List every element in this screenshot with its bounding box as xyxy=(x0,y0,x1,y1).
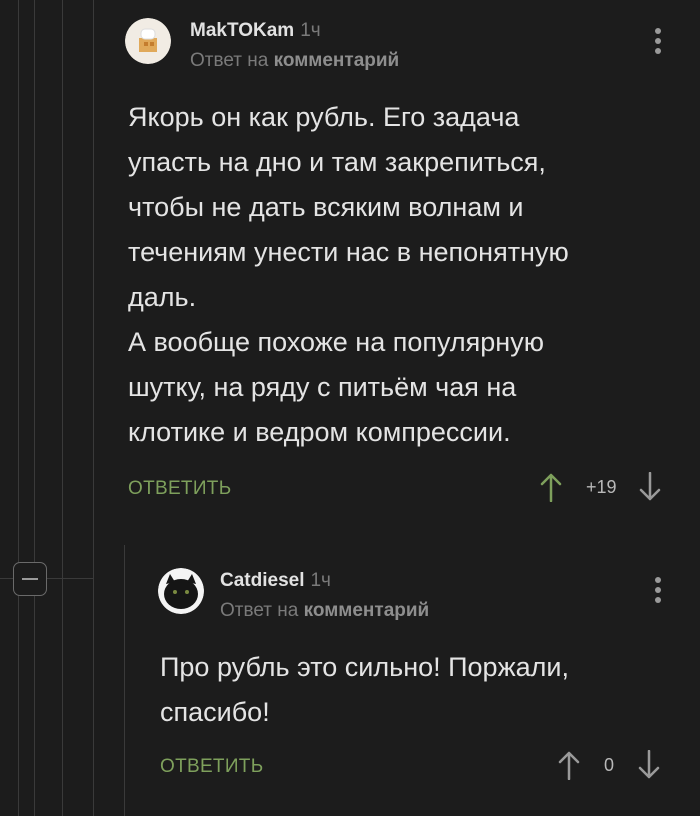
collapse-minus-icon xyxy=(22,578,38,580)
comment-author[interactable]: Catdiesel 1ч xyxy=(220,570,331,592)
comment-author[interactable]: MakTOKam 1ч xyxy=(190,20,321,42)
comment-time: 1ч xyxy=(300,20,321,41)
reply-to-info: Ответ на комментарий xyxy=(220,600,429,622)
thread-line xyxy=(93,0,94,816)
kebab-menu-icon[interactable] xyxy=(655,577,661,607)
downvote-arrow-icon[interactable] xyxy=(638,750,660,780)
avatar[interactable] xyxy=(125,18,171,64)
reply-prefix: Ответ на xyxy=(220,600,299,621)
thread-line xyxy=(18,0,19,816)
reply-button[interactable]: ОТВЕТИТЬ xyxy=(128,478,231,500)
collapse-thread-button[interactable] xyxy=(13,562,47,596)
thread-line xyxy=(124,545,125,816)
upvote-arrow-icon[interactable] xyxy=(558,750,580,780)
downvote-arrow-icon[interactable] xyxy=(639,472,661,502)
vote-score: +19 xyxy=(586,476,617,497)
avatar[interactable] xyxy=(158,568,204,614)
reply-prefix: Ответ на xyxy=(190,50,269,71)
comment-text: Про рубль это сильно! Поржали, спасибо! xyxy=(160,652,569,727)
thread-branch xyxy=(0,578,13,579)
thread-branch xyxy=(47,578,93,579)
comment-time: 1ч xyxy=(310,570,331,591)
thread-line xyxy=(62,0,63,816)
kebab-menu-icon[interactable] xyxy=(655,28,661,58)
author-name[interactable]: MakTOKam xyxy=(190,20,294,41)
reply-target-link[interactable]: комментарий xyxy=(304,600,430,621)
reply-to-info: Ответ на комментарий xyxy=(190,50,399,72)
reply-button[interactable]: ОТВЕТИТЬ xyxy=(160,756,263,778)
upvote-arrow-icon[interactable] xyxy=(540,472,562,502)
reply-target-link[interactable]: комментарий xyxy=(274,50,400,71)
vote-controls: +19 xyxy=(540,472,661,502)
thread-line xyxy=(34,0,35,816)
comment-text: Якорь он как рубль. Его задача упасть на… xyxy=(128,102,569,447)
vote-controls: 0 xyxy=(558,750,660,780)
vote-score: 0 xyxy=(604,754,615,775)
author-name[interactable]: Catdiesel xyxy=(220,570,304,591)
